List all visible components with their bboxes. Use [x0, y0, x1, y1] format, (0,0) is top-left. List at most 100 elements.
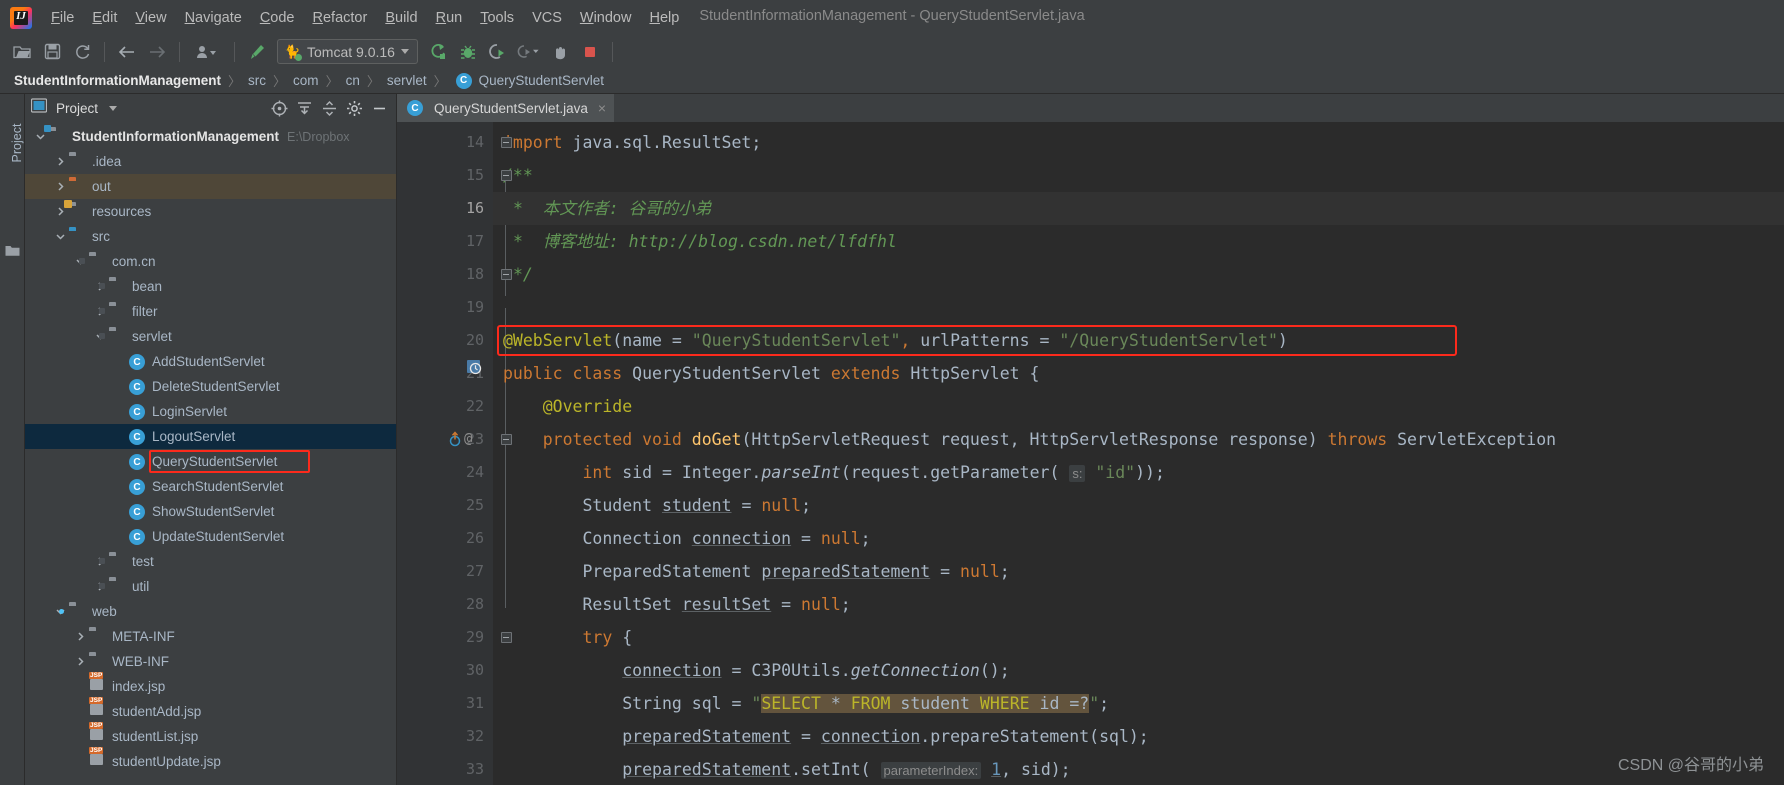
user-profile-icon[interactable]	[188, 39, 226, 65]
tree-expand-arrow[interactable]	[53, 230, 67, 244]
run-configuration-selector[interactable]: 🐈 Tomcat 9.0.16	[277, 39, 418, 64]
project-tool-button[interactable]: Project	[10, 113, 24, 173]
navigate-back-icon[interactable]	[113, 39, 141, 65]
menu-refactor[interactable]: Refactor	[304, 6, 377, 30]
fold-marker-try[interactable]	[493, 621, 519, 654]
hide-panel-icon[interactable]	[368, 97, 390, 119]
tree-expand-arrow[interactable]	[113, 455, 127, 469]
fold-marker-method[interactable]	[493, 423, 519, 456]
breadcrumb-item-cn[interactable]: cn	[346, 73, 360, 88]
breadcrumb-item-servlet[interactable]: servlet	[387, 73, 427, 88]
locate-icon[interactable]	[268, 97, 290, 119]
tree-item-showstudentservlet[interactable]: C ShowStudentServlet	[25, 499, 396, 524]
tree-expand-arrow[interactable]	[73, 630, 87, 644]
menu-help[interactable]: Help	[640, 6, 688, 30]
tree-item-meta-inf[interactable]: META-INF	[25, 624, 396, 649]
code-line-20[interactable]: @WebServlet(name = "QueryStudentServlet"…	[493, 324, 1784, 357]
tree-item-out[interactable]: out	[25, 174, 396, 199]
tree-item-deletestudentservlet[interactable]: C DeleteStudentServlet	[25, 374, 396, 399]
tree-expand-arrow[interactable]	[53, 155, 67, 169]
code-line-17[interactable]: * 博客地址: http://blog.csdn.net/lfdfhl	[493, 225, 1784, 258]
tree-item-web-inf[interactable]: WEB-INF	[25, 649, 396, 674]
tree-expand-arrow[interactable]	[73, 655, 87, 669]
tree-expand-arrow[interactable]	[113, 530, 127, 544]
code-line-16[interactable]: * 本文作者: 谷哥的小弟	[493, 192, 1784, 225]
settings-gear-icon[interactable]	[343, 97, 365, 119]
tree-item-querystudentservlet[interactable]: C QueryStudentServlet	[25, 449, 396, 474]
tree-item-loginservlet[interactable]: C LoginServlet	[25, 399, 396, 424]
code-line-22[interactable]: @Override	[493, 390, 1784, 423]
breadcrumb-item-com[interactable]: com	[293, 73, 319, 88]
menu-code[interactable]: Code	[251, 6, 304, 30]
tree-item-studentadd-jsp[interactable]: JSP studentAdd.jsp	[25, 697, 396, 724]
attach-icon[interactable]	[546, 39, 574, 65]
synchronize-icon[interactable]	[68, 39, 96, 65]
tree-item-test[interactable]: test	[25, 549, 396, 574]
code-line-21[interactable]: public class QueryStudentServlet extends…	[493, 357, 1784, 390]
menu-vcs[interactable]: VCS	[523, 6, 571, 30]
tree-item-web[interactable]: web	[25, 599, 396, 624]
code-content[interactable]: import java.sql.ResultSet;/** * 本文作者: 谷哥…	[493, 122, 1784, 785]
servlet-marker-icon[interactable]	[467, 360, 482, 380]
profile-button[interactable]	[514, 39, 544, 65]
tree-item-filter[interactable]: filter	[25, 299, 396, 324]
code-line-26[interactable]: Connection connection = null;	[493, 522, 1784, 555]
collapse-all-icon[interactable]	[318, 97, 340, 119]
breadcrumb-leaf[interactable]: QueryStudentServlet	[479, 73, 604, 88]
tree-item-studentupdate-jsp[interactable]: JSP studentUpdate.jsp	[25, 747, 396, 774]
chevron-down-icon[interactable]	[109, 105, 118, 111]
code-line-23[interactable]: protected void doGet(HttpServletRequest …	[493, 423, 1784, 456]
tree-item-resources[interactable]: resources	[25, 199, 396, 224]
menu-view[interactable]: View	[126, 6, 175, 30]
menu-run[interactable]: Run	[427, 6, 472, 30]
tree-item-bean[interactable]: bean	[25, 274, 396, 299]
tree-item-util[interactable]: util	[25, 574, 396, 599]
fold-marker-javadoc-end[interactable]	[493, 258, 519, 291]
build-project-icon[interactable]	[243, 39, 271, 65]
tree-item-logoutservlet[interactable]: C LogoutServlet	[25, 424, 396, 449]
code-line-18[interactable]: */	[493, 258, 1784, 291]
menu-build[interactable]: Build	[376, 6, 426, 30]
override-marker-icons[interactable]: @	[449, 431, 472, 447]
debug-button[interactable]	[454, 39, 482, 65]
code-folding-column[interactable]	[493, 126, 519, 654]
tree-item-addstudentservlet[interactable]: C AddStudentServlet	[25, 349, 396, 374]
code-line-33[interactable]: preparedStatement.setInt( parameterIndex…	[493, 753, 1784, 785]
code-line-31[interactable]: String sql = "SELECT * FROM student WHER…	[493, 687, 1784, 720]
tree-item-servlet[interactable]: servlet	[25, 324, 396, 349]
line-number-gutter[interactable]: 1415161718192021222324252627282930313233…	[397, 122, 493, 785]
tree-item-index-jsp[interactable]: JSP index.jsp	[25, 672, 396, 699]
navigate-forward-icon[interactable]	[143, 39, 171, 65]
tree-expand-arrow[interactable]	[113, 480, 127, 494]
code-line-24[interactable]: int sid = Integer.parseInt(request.getPa…	[493, 456, 1784, 489]
tree-expand-arrow[interactable]	[113, 380, 127, 394]
fold-marker-javadoc[interactable]	[493, 159, 519, 192]
tree-item-searchstudentservlet[interactable]: C SearchStudentServlet	[25, 474, 396, 499]
code-line-27[interactable]: PreparedStatement preparedStatement = nu…	[493, 555, 1784, 588]
structure-tool-icon[interactable]	[5, 244, 20, 262]
tree-item-studentlist-jsp[interactable]: JSP studentList.jsp	[25, 722, 396, 749]
code-line-14[interactable]: import java.sql.ResultSet;	[493, 126, 1784, 159]
project-panel-title[interactable]: Project	[56, 101, 98, 116]
tree-expand-arrow[interactable]	[113, 430, 127, 444]
stop-button[interactable]	[576, 39, 604, 65]
tree-expand-arrow[interactable]	[113, 405, 127, 419]
tree-expand-arrow[interactable]	[73, 730, 87, 744]
tree-item-updatestudentservlet[interactable]: C UpdateStudentServlet	[25, 524, 396, 549]
tree-item-src[interactable]: src	[25, 224, 396, 249]
tree-expand-arrow[interactable]	[73, 705, 87, 719]
tree-item-com-cn[interactable]: com.cn	[25, 249, 396, 274]
code-line-30[interactable]: connection = C3P0Utils.getConnection();	[493, 654, 1784, 687]
breadcrumb-item-studentinformationmanagement[interactable]: StudentInformationManagement	[14, 73, 221, 88]
code-line-28[interactable]: ResultSet resultSet = null;	[493, 588, 1784, 621]
code-line-29[interactable]: try {	[493, 621, 1784, 654]
tree-item--idea[interactable]: .idea	[25, 149, 396, 174]
code-editor[interactable]: 1415161718192021222324252627282930313233…	[397, 122, 1784, 785]
tree-expand-arrow[interactable]	[73, 680, 87, 694]
menu-edit[interactable]: Edit	[83, 6, 126, 30]
tree-expand-arrow[interactable]	[113, 355, 127, 369]
run-button[interactable]	[424, 39, 452, 65]
open-project-icon[interactable]	[8, 39, 36, 65]
code-line-15[interactable]: /**	[493, 159, 1784, 192]
save-all-icon[interactable]	[38, 39, 66, 65]
